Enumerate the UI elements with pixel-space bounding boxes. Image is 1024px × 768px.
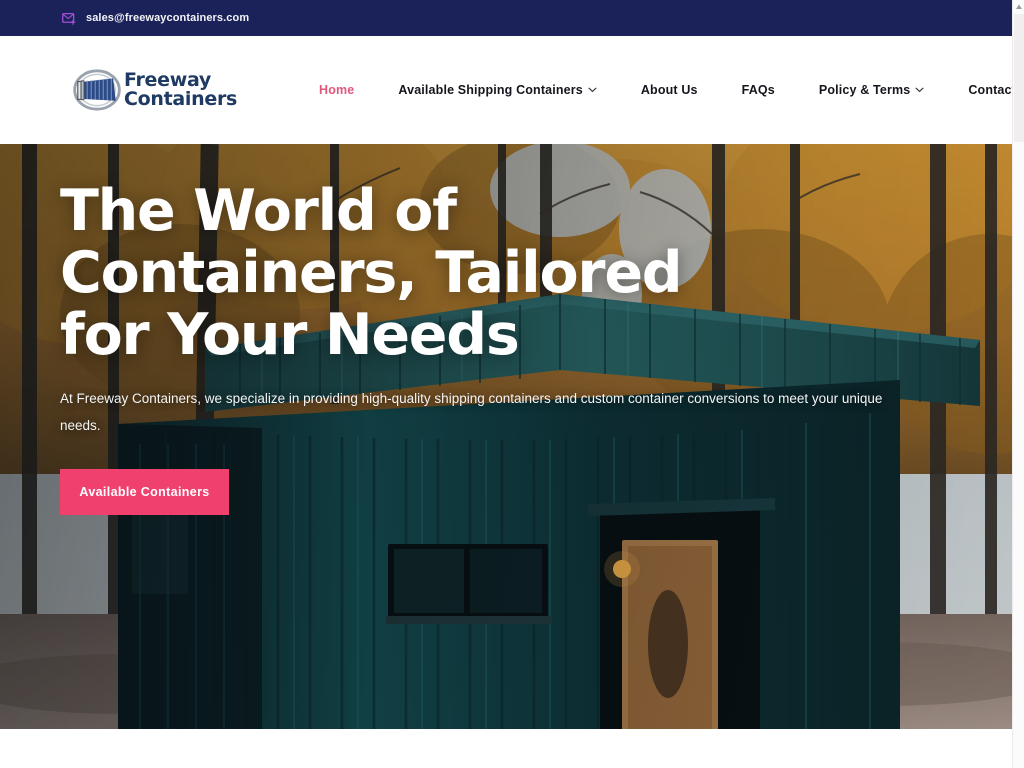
mail-plus-icon (62, 12, 77, 25)
shipping-container-logo-icon (72, 67, 122, 113)
brand-line-two: Containers (124, 88, 238, 110)
available-containers-button[interactable]: Available Containers (60, 469, 229, 515)
scrollbar-thumb[interactable] (1014, 14, 1024, 142)
nav-label-faqs: FAQs (741, 83, 775, 97)
brand-logo[interactable]: Freeway Containers (72, 67, 237, 113)
chevron-down-icon (588, 87, 597, 93)
nav-item-available-shipping-containers[interactable]: Available Shipping Containers (376, 83, 618, 97)
contact-email[interactable]: sales@freewaycontainers.com (86, 12, 249, 24)
nav-item-policy-terms[interactable]: Policy & Terms (797, 83, 947, 97)
hero-subheading: At Freeway Containers, we specialize in … (60, 391, 883, 433)
hero-section: The World of Containers, Tailored for Yo… (0, 144, 1012, 729)
nav-label-about-us: About Us (640, 83, 698, 97)
nav-item-home[interactable]: Home (297, 83, 376, 97)
site-header: Freeway Containers Home Available Shippi… (0, 36, 1024, 144)
nav-item-about-us[interactable]: About Us (619, 83, 720, 97)
page-root: sales@freewaycontainers.com Freeway Cont… (0, 0, 1024, 768)
nav-label-available-shipping-containers: Available Shipping Containers (398, 83, 583, 97)
brand-wordmark: Freeway Containers (124, 70, 238, 110)
nav-item-faqs[interactable]: FAQs (720, 83, 797, 97)
main-navigation: Home Available Shipping Containers About… (297, 83, 1024, 97)
nav-label-policy-terms: Policy & Terms (818, 83, 911, 97)
chevron-down-icon (915, 87, 924, 93)
scroll-up-arrow-icon[interactable] (1013, 0, 1024, 14)
top-contact-bar: sales@freewaycontainers.com (0, 0, 1012, 36)
hero-content: The World of Containers, Tailored for Yo… (60, 180, 940, 515)
nav-label-home: Home (319, 83, 355, 97)
vertical-scrollbar[interactable] (1012, 0, 1024, 768)
top-contact-group[interactable]: sales@freewaycontainers.com (62, 12, 249, 25)
hero-heading: The World of Containers, Tailored for Yo… (60, 178, 683, 369)
